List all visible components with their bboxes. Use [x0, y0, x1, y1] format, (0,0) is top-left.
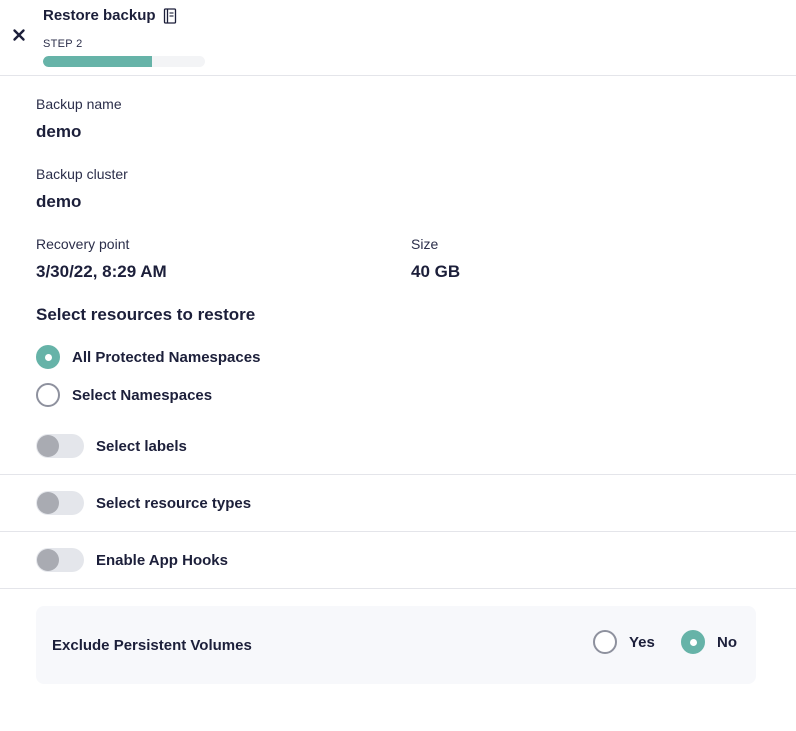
select-resources-title: Select resources to restore: [36, 305, 256, 324]
step-progress-bar: [43, 56, 205, 67]
radio-select-namespaces[interactable]: Select Namespaces: [36, 383, 212, 407]
exclude-persistent-volumes-panel: Exclude Persistent Volumes Yes No: [36, 606, 756, 684]
size-label: Size: [411, 236, 439, 252]
radio-all-protected-namespaces[interactable]: All Protected Namespaces: [36, 345, 260, 369]
toggle-row-select-resource-types: Select resource types: [0, 475, 796, 532]
size-value: 40 GB: [411, 262, 461, 281]
toggle-row-enable-app-hooks: Enable App Hooks: [0, 532, 796, 589]
title-row: Restore backup: [43, 7, 177, 24]
backup-name-label: Backup name: [36, 96, 122, 112]
radio-all-protected-namespaces-label: All Protected Namespaces: [72, 348, 261, 366]
toggle-knob: [37, 549, 59, 571]
select-labels-toggle[interactable]: [36, 434, 84, 458]
exclude-no-option[interactable]: No: [681, 630, 737, 654]
toggle-knob: [37, 492, 59, 514]
exclude-no-radio[interactable]: [681, 630, 705, 654]
toggle-row-select-labels: Select labels: [0, 418, 796, 475]
select-labels-label: Select labels: [96, 437, 187, 455]
close-icon: [13, 29, 25, 41]
select-resource-types-toggle[interactable]: [36, 491, 84, 515]
enable-app-hooks-toggle[interactable]: [36, 548, 84, 572]
page-title: Restore backup: [43, 7, 156, 24]
exclude-yes-radio[interactable]: [593, 630, 617, 654]
documentation-icon[interactable]: [163, 7, 177, 24]
exclude-persistent-volumes-label: Exclude Persistent Volumes: [52, 637, 252, 654]
radio-select-namespaces-label: Select Namespaces: [72, 386, 213, 404]
step-progress-fill: [43, 56, 152, 67]
enable-app-hooks-label: Enable App Hooks: [96, 551, 228, 569]
exclude-yes-option[interactable]: Yes: [593, 630, 655, 654]
panel-header: Restore backup STEP 2: [0, 0, 796, 76]
backup-cluster-label: Backup cluster: [36, 166, 128, 182]
exclude-yes-label: Yes: [629, 633, 655, 651]
recovery-point-value: 3/30/22, 8:29 AM: [36, 262, 167, 281]
backup-cluster-value: demo: [36, 192, 82, 211]
exclude-no-label: No: [717, 633, 737, 651]
close-button[interactable]: [11, 27, 27, 43]
toggle-knob: [37, 435, 59, 457]
step-indicator: STEP 2: [43, 38, 83, 50]
recovery-point-label: Recovery point: [36, 236, 130, 252]
radio-all-protected-namespaces-control[interactable]: [36, 345, 60, 369]
select-resource-types-label: Select resource types: [96, 494, 252, 512]
radio-select-namespaces-control[interactable]: [36, 383, 60, 407]
backup-name-value: demo: [36, 122, 82, 141]
